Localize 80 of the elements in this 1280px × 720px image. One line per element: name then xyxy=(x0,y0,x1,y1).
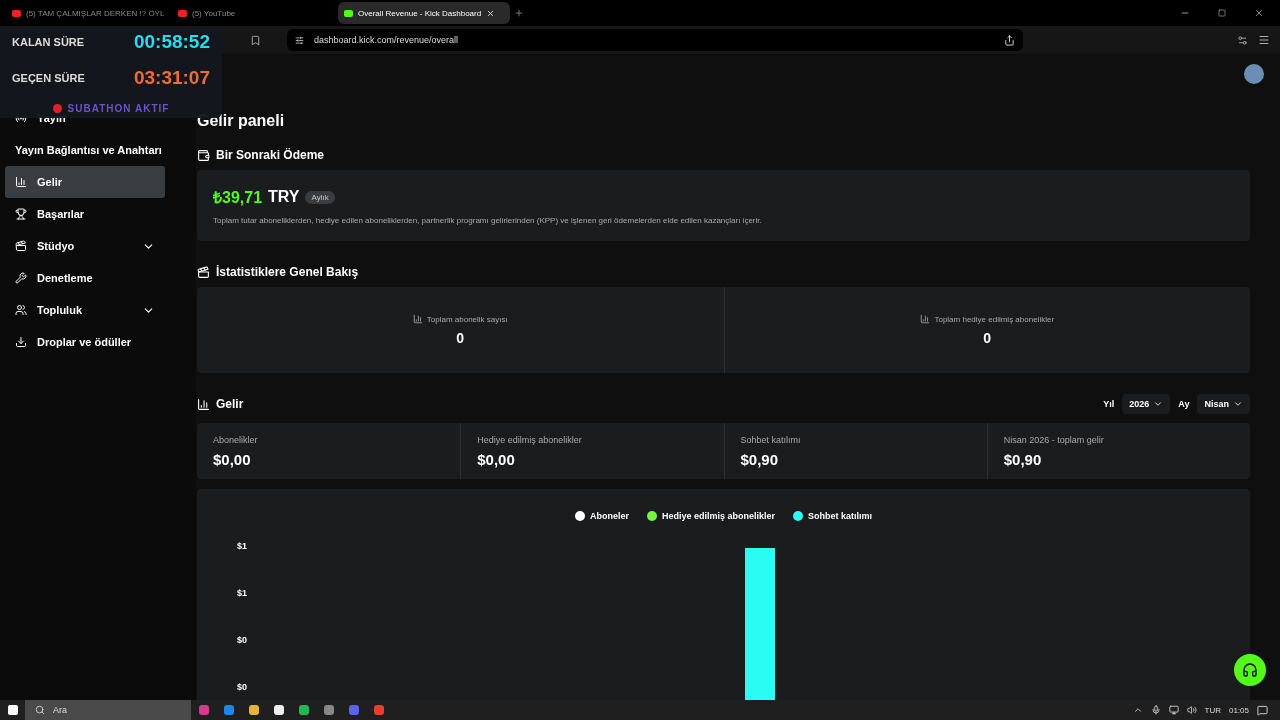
network-icon[interactable] xyxy=(1168,705,1179,715)
month-dropdown[interactable]: Nisan xyxy=(1197,394,1250,414)
wallet-icon xyxy=(197,148,210,162)
status-dot xyxy=(52,104,62,113)
sidebar-item[interactable]: Gelir xyxy=(5,166,165,198)
site-icon xyxy=(344,9,353,17)
axis-label: $1 xyxy=(237,588,247,599)
stat-value: 0 xyxy=(983,330,992,346)
clock: 01:05 xyxy=(1228,705,1249,715)
revenue-label: Hediye edilmiş abonelikler xyxy=(477,434,583,445)
revenue-label: Sohbet katılımı xyxy=(740,434,802,445)
new-tab-icon[interactable] xyxy=(514,8,524,18)
headset-icon xyxy=(1242,662,1258,678)
period-badge: Aylık xyxy=(305,190,335,204)
search-icon xyxy=(35,705,45,715)
revenue-label: Abonelikler xyxy=(213,434,259,445)
month-label: Ay xyxy=(1178,399,1190,409)
revenue-value: $0,90 xyxy=(740,450,780,468)
browser-tab[interactable]: Overall Revenue - Kick Dashboard xyxy=(338,2,510,24)
payment-amount: ₺39,71 xyxy=(213,188,263,208)
timer-label: KALAN SÜRE xyxy=(12,36,85,48)
avatar[interactable] xyxy=(1244,64,1264,84)
site-icon xyxy=(12,9,21,17)
language-indicator: TUR xyxy=(1204,705,1221,715)
close-icon[interactable] xyxy=(1254,8,1264,18)
browser-tab[interactable]: (5) YouTube xyxy=(172,2,334,24)
currency: TRY xyxy=(268,188,300,206)
sidebar-item[interactable]: Topluluk xyxy=(5,294,165,326)
timer-label: GEÇEN SÜRE xyxy=(12,72,85,84)
stat-label: Toplam hediye edilmiş abonelikler xyxy=(934,314,1055,324)
site-icon xyxy=(178,9,187,17)
timer-value: 00:58:52 xyxy=(133,31,210,53)
taskbar-search[interactable]: Ara xyxy=(25,700,191,720)
bookmark-icon[interactable] xyxy=(250,34,261,46)
browser-tab[interactable]: (5) TAM ÇALMIŞLAR DERKEN !? ÖYL xyxy=(6,2,168,24)
section-heading: İstatistiklere Genel Bakış xyxy=(216,265,359,279)
sidebar-item[interactable]: Yayın Bağlantısı ve Anahtarı xyxy=(5,134,165,166)
stat-value: 0 xyxy=(456,330,465,346)
chart-icon xyxy=(920,314,931,324)
section-heading: Gelir xyxy=(216,397,244,411)
revenue-value: $0,00 xyxy=(477,450,516,468)
maximize-icon[interactable] xyxy=(1218,9,1226,17)
address-bar[interactable]: dashboard.kick.com/revenue/overall xyxy=(287,29,1023,51)
revenue-label: Nisan 2026 - toplam gelir xyxy=(1003,434,1105,445)
page-title: Gelir paneli xyxy=(197,112,286,130)
caret-icon xyxy=(1233,399,1243,409)
sidebar-item[interactable]: Stüdyo xyxy=(5,230,165,262)
year-label: Yıl xyxy=(1103,399,1115,409)
axis-label: $0 xyxy=(237,635,247,646)
microphone-icon[interactable] xyxy=(1150,705,1161,715)
year-dropdown[interactable]: 2026 xyxy=(1122,394,1171,414)
timer-value: 03:31:07 xyxy=(133,67,210,89)
axis-label: $1 xyxy=(237,541,247,552)
revenue-value: $0,90 xyxy=(1003,450,1043,468)
revenue-value: $0,00 xyxy=(213,450,252,468)
taskbar-app-icon[interactable] xyxy=(298,705,309,715)
chart-icon xyxy=(197,397,210,411)
taskbar-app-icon[interactable] xyxy=(273,705,284,715)
taskbar-app-icon[interactable] xyxy=(248,705,259,715)
close-tab-icon[interactable] xyxy=(486,8,496,18)
chart-icon xyxy=(412,314,423,324)
sidebar-item[interactable]: Droplar ve ödüller xyxy=(5,326,165,358)
menu-icon[interactable] xyxy=(1258,34,1270,46)
tray-icon[interactable] xyxy=(1132,705,1143,715)
legend-label: Hediye edilmiş abonelikler xyxy=(661,511,775,521)
legend-label: Aboneler xyxy=(589,511,629,521)
start-icon[interactable] xyxy=(6,704,19,716)
legend-label: Sohbet katılımı xyxy=(808,511,873,521)
volume-icon[interactable] xyxy=(1186,705,1197,715)
payment-note: Toplam tutar aboneliklerden, hediye edilen aboneliklerden, partnerlik programı gelirlerinden (KPP) ve işlenen geri ödemelerden elde edilen kazançları içerir. xyxy=(213,216,763,225)
axis-label: $0 xyxy=(237,682,247,693)
overview-icon xyxy=(197,265,210,279)
notification-icon[interactable] xyxy=(1257,704,1268,716)
stat-label: Toplam abonelik sayısı xyxy=(426,314,508,324)
support-button[interactable] xyxy=(1234,654,1266,686)
status-label: SUBATHON AKTIF xyxy=(67,103,170,114)
sidebar-item[interactable]: Başarılar xyxy=(5,198,165,230)
section-heading: Bir Sonraki Ödeme xyxy=(216,148,325,162)
caret-icon xyxy=(1153,399,1164,409)
sidebar-item[interactable]: Denetleme xyxy=(5,262,165,294)
